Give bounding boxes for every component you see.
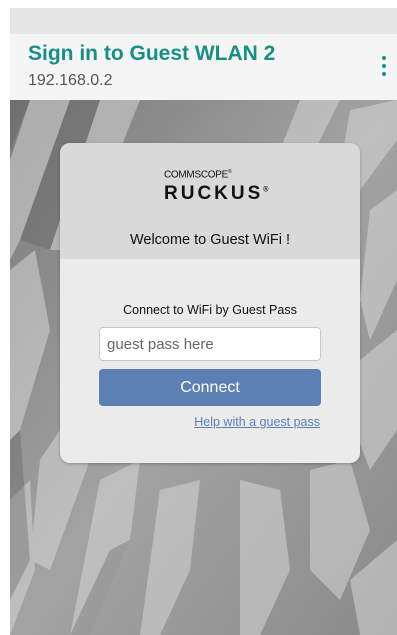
guest-pass-label: Connect to WiFi by Guest Pass bbox=[123, 303, 297, 317]
page-url: 192.168.0.2 bbox=[28, 72, 113, 89]
menu-dot bbox=[382, 72, 386, 76]
menu-dot bbox=[382, 64, 386, 68]
page-title: Sign in to Guest WLAN 2 bbox=[28, 42, 276, 65]
commscope-wordmark: COMMSCOPE® bbox=[164, 169, 232, 181]
edge-strip bbox=[0, 100, 10, 635]
help-guest-pass-link[interactable]: Help with a guest pass bbox=[194, 415, 320, 429]
menu-dot bbox=[382, 56, 386, 60]
status-bar bbox=[10, 8, 397, 34]
connect-button[interactable]: Connect bbox=[99, 369, 321, 406]
welcome-heading: Welcome to Guest WiFi ! bbox=[129, 232, 291, 248]
ruckus-wordmark: RUCKUS® bbox=[164, 183, 269, 204]
portal-webview: COMMSCOPE® RUCKUS® Welcome to Guest WiFi… bbox=[10, 100, 397, 635]
guest-pass-input[interactable] bbox=[99, 327, 321, 361]
login-card: COMMSCOPE® RUCKUS® Welcome to Guest WiFi… bbox=[60, 143, 360, 463]
captive-portal-header: Sign in to Guest WLAN 2 192.168.0.2 bbox=[10, 34, 397, 100]
more-options-icon[interactable] bbox=[375, 54, 393, 78]
ruckus-logo: COMMSCOPE® RUCKUS® bbox=[164, 169, 268, 209]
